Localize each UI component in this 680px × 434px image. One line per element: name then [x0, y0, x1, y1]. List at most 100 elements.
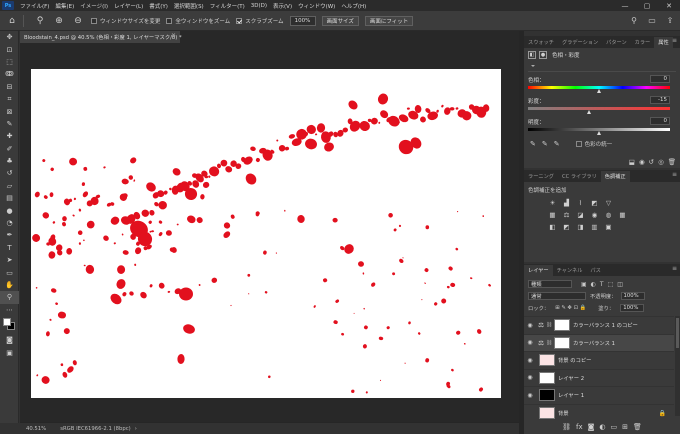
panel-menu-icon[interactable]: ≡: [672, 171, 677, 178]
document-tab[interactable]: Bloodstain_4.psd @ 40.5% (色相・彩度 1, レイヤーマ…: [20, 31, 182, 43]
layer-name[interactable]: カラーバランス 1: [573, 339, 615, 347]
scrollbar-thumb[interactable]: [676, 318, 679, 348]
layer-row[interactable]: ◉ レイヤー 2: [524, 368, 674, 387]
search-icon[interactable]: ⚲: [628, 14, 640, 26]
filter-type-icon[interactable]: T: [600, 281, 604, 288]
view-previous-icon[interactable]: ◉: [639, 158, 645, 166]
menu-layer[interactable]: レイヤー(L): [111, 2, 146, 10]
screen-mode-icon[interactable]: ▣: [0, 346, 19, 358]
gradient-tool-icon[interactable]: ▤: [0, 192, 19, 204]
panel-menu-icon[interactable]: ≡: [672, 37, 677, 44]
move-tool-icon[interactable]: ✥: [0, 31, 19, 43]
filter-pixel-icon[interactable]: ▣: [581, 281, 587, 288]
color-balance-icon[interactable]: ⚖: [562, 210, 572, 219]
layer-style-icon[interactable]: fx: [576, 423, 583, 431]
path-select-tool-icon[interactable]: ➤: [0, 254, 19, 266]
link-layers-icon[interactable]: ⛓: [562, 423, 571, 431]
filter-kind-select[interactable]: 種類: [528, 280, 572, 288]
lasso-tool-icon[interactable]: ↂ: [0, 68, 19, 80]
layer-name[interactable]: カラーバランス 1 のコピー: [573, 321, 638, 329]
blend-mode-select[interactable]: 通常: [528, 292, 586, 300]
panel-menu-icon[interactable]: ≡: [672, 265, 677, 272]
history-brush-tool-icon[interactable]: ↺: [0, 167, 19, 179]
checkbox-box-checked[interactable]: [236, 17, 243, 24]
menu-filter[interactable]: フィルター(T): [207, 2, 248, 10]
brush-tool-icon[interactable]: ✐: [0, 143, 19, 155]
visibility-eye-icon[interactable]: ◉: [524, 339, 536, 346]
hand-tool-icon[interactable]: ✋: [0, 279, 19, 291]
invert-icon[interactable]: ◧: [548, 222, 558, 231]
layer-row[interactable]: ◉ ⚖ ⛓ カラーバランス 1: [524, 333, 674, 351]
layer-name[interactable]: レイヤー 2: [558, 374, 584, 382]
canvas-workspace[interactable]: [20, 43, 519, 422]
menu-type[interactable]: 書式(Y): [146, 2, 171, 10]
lock-icons[interactable]: ⊞ ✎ ✥ ⊡ 🔒: [555, 305, 586, 311]
fit-screen-button[interactable]: 画面サイズ: [321, 15, 359, 26]
eyedropper-icon[interactable]: ✎: [530, 140, 536, 148]
levels-icon[interactable]: ▟: [562, 198, 572, 207]
menu-window[interactable]: ウィンドウ(W): [295, 2, 338, 10]
object-select-tool-icon[interactable]: ⊟: [0, 81, 19, 93]
curves-icon[interactable]: ⌇: [576, 198, 586, 207]
adjustment-layer-icon[interactable]: ◧: [528, 50, 536, 59]
layer-thumbnail[interactable]: [554, 319, 570, 332]
artboard-tool-icon[interactable]: ⊡: [0, 43, 19, 55]
share-icon[interactable]: ⇪: [664, 14, 676, 26]
tab-learn[interactable]: ラーニング: [524, 171, 558, 182]
tab-cc-libraries[interactable]: CC ライブラリ: [558, 171, 601, 182]
filter-adjust-icon[interactable]: ◐: [591, 281, 596, 288]
mask-icon[interactable]: ●: [539, 50, 547, 59]
zoom-in-icon[interactable]: ⊕: [52, 14, 66, 28]
eyedropper-tool-icon[interactable]: ✎: [0, 118, 19, 130]
workspace-icon[interactable]: ▭: [646, 14, 658, 26]
saturation-value-field[interactable]: -15: [650, 96, 670, 104]
tab-patterns[interactable]: パターン: [602, 37, 631, 48]
black-white-icon[interactable]: ◪: [576, 210, 586, 219]
delete-layer-icon[interactable]: 🗑: [633, 423, 642, 431]
channel-mixer-icon[interactable]: ◍: [604, 210, 614, 219]
opacity-field[interactable]: 100%: [620, 292, 645, 300]
pen-tool-icon[interactable]: ✒: [0, 229, 19, 241]
zoom-tool-icon[interactable]: ⚲: [0, 291, 19, 304]
eraser-tool-icon[interactable]: ▱: [0, 180, 19, 192]
quick-mask-icon[interactable]: ◙: [0, 334, 19, 346]
menu-help[interactable]: ヘルプ(H): [338, 2, 369, 10]
brightness-contrast-icon[interactable]: ☀: [548, 198, 558, 207]
layer-row[interactable]: ◉ 背景 のコピー: [524, 351, 674, 369]
layer-thumbnail[interactable]: [539, 354, 555, 367]
zoom-out-icon[interactable]: ⊖: [71, 14, 85, 28]
checkbox-box[interactable]: [166, 17, 173, 24]
mask-link-icon[interactable]: ⛓: [546, 322, 552, 328]
tab-swatches[interactable]: スウォッチ: [524, 37, 558, 48]
visibility-eye-icon[interactable]: ◉: [524, 357, 536, 364]
selective-color-icon[interactable]: ▣: [604, 222, 614, 231]
threshold-icon[interactable]: ◨: [576, 222, 586, 231]
tab-layers[interactable]: レイヤー: [524, 265, 553, 276]
layer-name[interactable]: レイヤー 1: [558, 391, 584, 399]
marquee-tool-icon[interactable]: ⬚: [0, 56, 19, 68]
color-lookup-icon[interactable]: ▦: [618, 210, 628, 219]
layer-row[interactable]: 背景 🔒: [524, 403, 674, 422]
saturation-slider-thumb[interactable]: [586, 110, 591, 114]
zoom-tool-icon[interactable]: ⚲: [33, 14, 47, 28]
menu-view[interactable]: 表示(V): [270, 2, 295, 10]
lightness-slider-thumb[interactable]: [596, 131, 601, 135]
zoom-percent-field[interactable]: 100%: [289, 15, 316, 26]
layer-row[interactable]: ◉ ⚖ ⛓ カラーバランス 1 のコピー: [524, 316, 674, 334]
foreground-color-swatch[interactable]: [3, 317, 11, 326]
resize-windows-checkbox[interactable]: ウィンドウサイズを変更: [91, 17, 160, 25]
checkbox-box[interactable]: [91, 17, 97, 24]
menu-image[interactable]: イメージ(I): [77, 2, 111, 10]
layer-name[interactable]: 背景: [558, 409, 569, 417]
type-tool-icon[interactable]: T: [0, 242, 19, 254]
maximize-button[interactable]: ▢: [636, 0, 658, 11]
exposure-icon[interactable]: ◩: [590, 198, 600, 207]
menu-edit[interactable]: 編集(E): [52, 2, 77, 10]
layer-thumbnail[interactable]: [539, 406, 555, 419]
eyedropper-minus-icon[interactable]: ✎: [554, 140, 560, 148]
tab-adjustments[interactable]: 色調補正: [600, 171, 630, 182]
new-adjustment-icon[interactable]: ◐: [599, 423, 605, 431]
close-window-button[interactable]: ✕: [658, 0, 680, 11]
preset-dropdown[interactable]: [528, 63, 676, 72]
eyedropper-plus-icon[interactable]: ✎: [542, 140, 548, 148]
